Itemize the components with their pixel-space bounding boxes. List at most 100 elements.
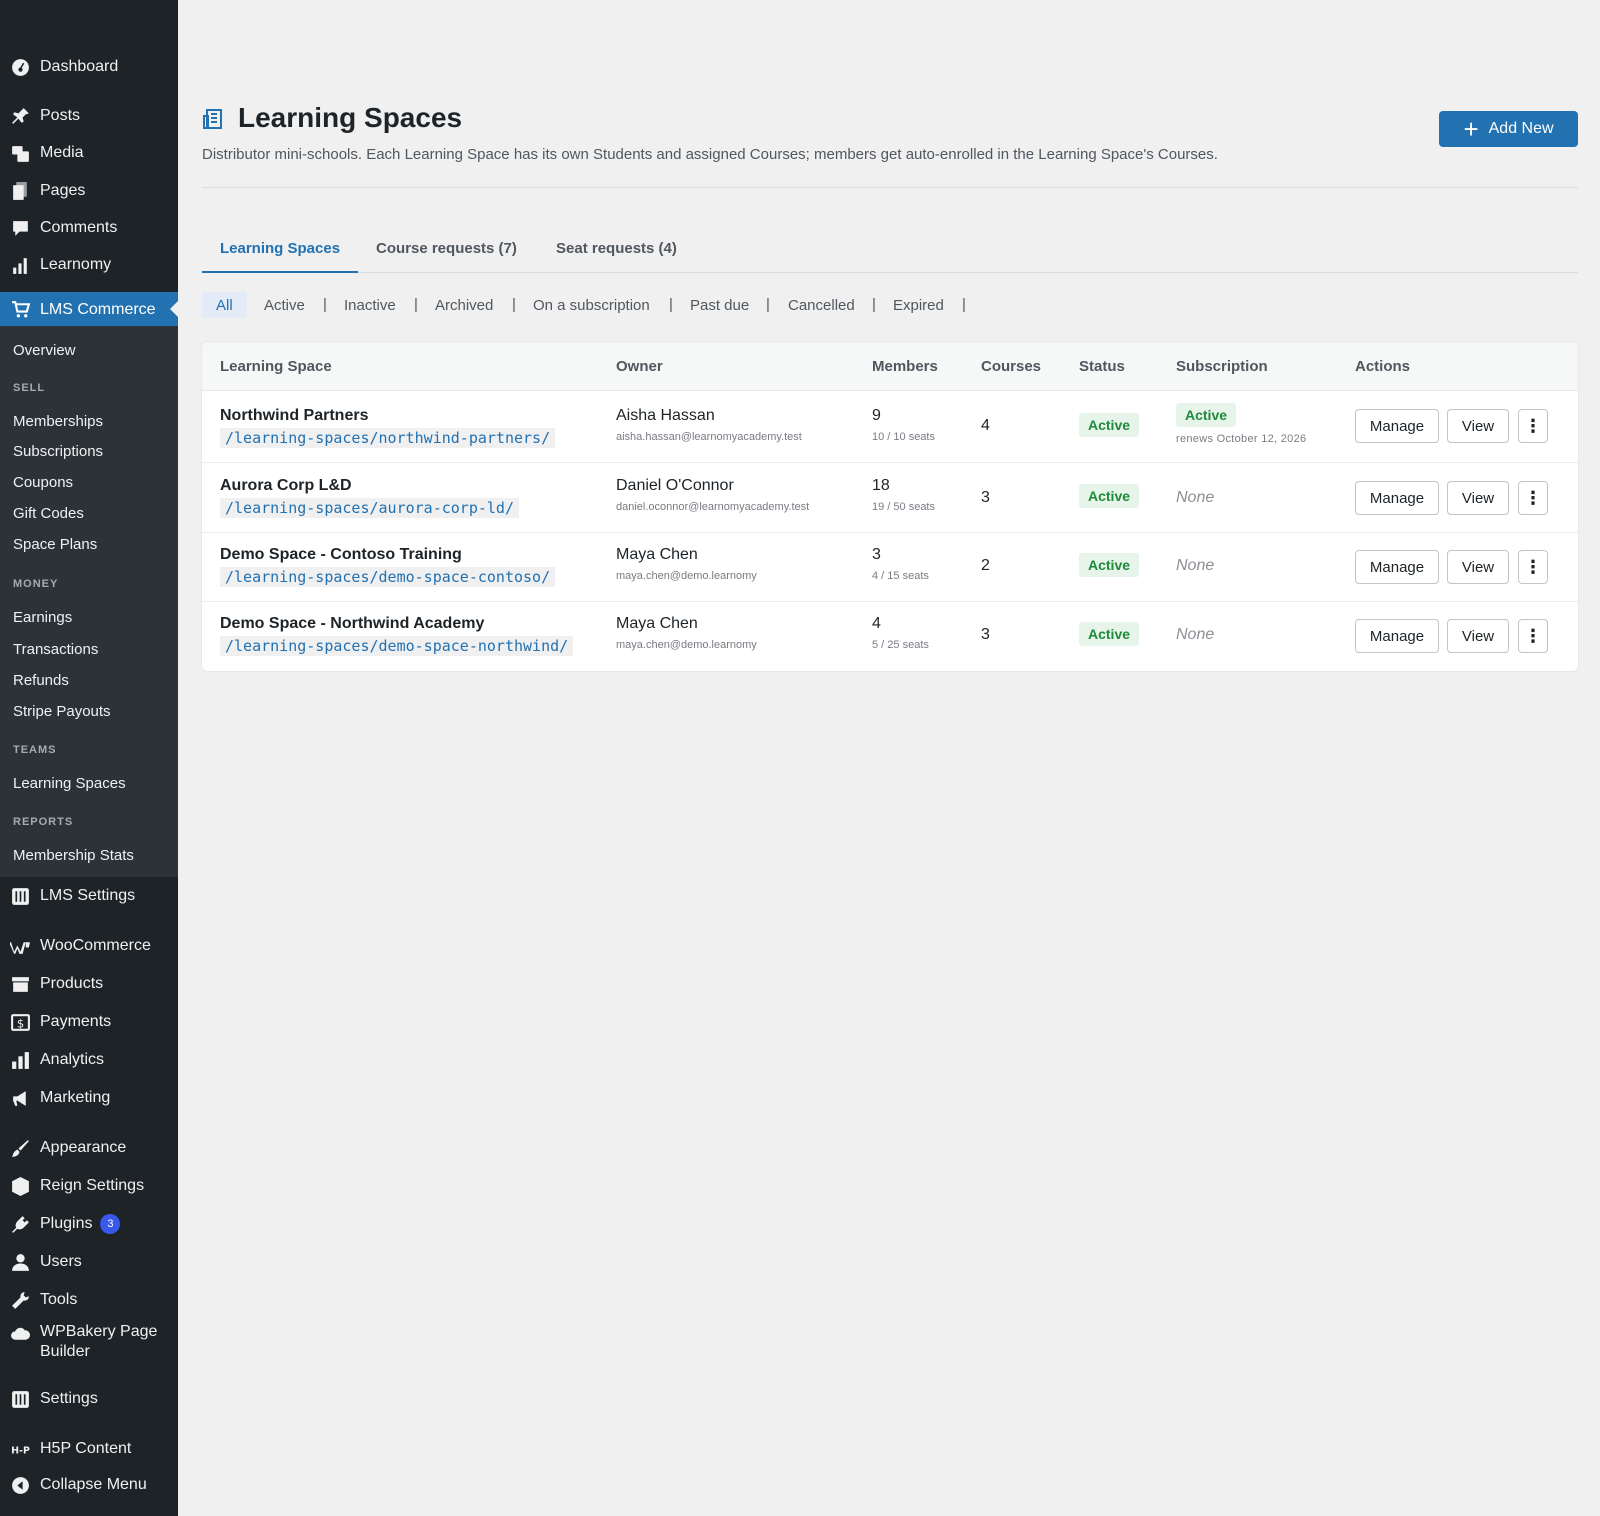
filter-inactive[interactable]: Inactive — [344, 292, 396, 318]
submenu-earnings[interactable]: Earnings — [13, 609, 72, 626]
more-actions-button[interactable]: ⋮ — [1518, 481, 1548, 515]
learning-space-name[interactable]: Demo Space - Northwind Academy — [220, 615, 573, 633]
owner-email: aisha.hassan@learnomyacademy.test — [616, 431, 802, 443]
menu-reign-settings[interactable]: Reign Settings — [0, 1169, 178, 1203]
submenu-memberships[interactable]: Memberships — [13, 413, 103, 430]
submenu-overview[interactable]: Overview — [13, 342, 76, 359]
menu-products[interactable]: Products — [0, 967, 178, 1001]
learning-space-url[interactable]: /learning-spaces/demo-space-contoso/ — [220, 567, 556, 587]
more-actions-button[interactable]: ⋮ — [1518, 619, 1548, 653]
table-row: Northwind Partners /learning-spaces/nort… — [202, 391, 1578, 463]
submenu-coupons[interactable]: Coupons — [13, 474, 73, 491]
manage-button[interactable]: Manage — [1355, 409, 1439, 443]
filter-separator: | — [669, 296, 673, 313]
tab-learning-spaces[interactable]: Learning Spaces — [202, 230, 359, 273]
view-button[interactable]: View — [1447, 481, 1509, 515]
owner-email: maya.chen@demo.learnomy — [616, 639, 757, 651]
filter-cancelled[interactable]: Cancelled — [788, 292, 855, 318]
table-row: Demo Space - Contoso Training /learning-… — [202, 533, 1578, 602]
owner-name: Maya Chen — [616, 615, 698, 632]
learning-space-name[interactable]: Demo Space - Contoso Training — [220, 546, 555, 564]
menu-pages[interactable]: Pages — [0, 174, 178, 208]
learning-space-url[interactable]: /learning-spaces/aurora-corp-ld/ — [220, 498, 519, 518]
filter-past-due[interactable]: Past due — [690, 292, 749, 318]
submenu-refunds[interactable]: Refunds — [13, 672, 69, 689]
learning-space-url[interactable]: /learning-spaces/demo-space-northwind/ — [220, 636, 574, 656]
filter-all[interactable]: All — [202, 292, 247, 318]
submenu-learning-spaces[interactable]: Learning Spaces — [13, 775, 126, 792]
submenu-transactions[interactable]: Transactions — [13, 641, 98, 658]
members-count: 4 — [872, 615, 881, 632]
menu-analytics[interactable]: Analytics — [0, 1043, 178, 1077]
view-button[interactable]: View — [1447, 409, 1509, 443]
manage-button[interactable]: Manage — [1355, 619, 1439, 653]
menu-wpbakery[interactable]: WPBakery Page Builder — [0, 1322, 178, 1372]
menu-collapse[interactable]: Collapse Menu — [0, 1468, 178, 1502]
menu-payments[interactable]: $ Payments — [0, 1005, 178, 1039]
status-filters: All Active | Inactive | Archived | On a … — [202, 292, 1202, 318]
column-owner: Owner — [616, 358, 663, 375]
manage-button[interactable]: Manage — [1355, 481, 1439, 515]
owner-name: Maya Chen — [616, 546, 698, 563]
menu-lms-settings[interactable]: LMS Settings — [0, 879, 178, 913]
submenu-subscriptions[interactable]: Subscriptions — [13, 443, 103, 460]
members-count: 18 — [872, 477, 890, 494]
filter-separator: | — [323, 296, 327, 313]
menu-posts[interactable]: Posts — [0, 99, 178, 133]
chart-icon — [0, 255, 40, 276]
menu-settings[interactable]: Settings — [0, 1382, 178, 1416]
menu-users[interactable]: Users — [0, 1245, 178, 1279]
view-button[interactable]: View — [1447, 550, 1509, 584]
seats-usage: 10 / 10 seats — [872, 431, 935, 443]
submenu-heading-reports: REPORTS — [13, 816, 74, 828]
more-actions-button[interactable]: ⋮ — [1518, 409, 1548, 443]
menu-lms-commerce[interactable]: LMS Commerce — [0, 292, 178, 327]
dollar-icon: $ — [0, 1012, 40, 1033]
more-actions-button[interactable]: ⋮ — [1518, 550, 1548, 584]
add-new-button[interactable]: + Add New — [1439, 111, 1578, 147]
submenu-stripe-payouts[interactable]: Stripe Payouts — [13, 703, 111, 720]
view-button[interactable]: View — [1447, 619, 1509, 653]
menu-plugins[interactable]: Plugins 3 — [0, 1207, 178, 1241]
filter-active[interactable]: Active — [264, 292, 305, 318]
filter-separator: | — [414, 296, 418, 313]
menu-marketing[interactable]: Marketing — [0, 1081, 178, 1115]
seats-usage: 4 / 15 seats — [872, 570, 929, 582]
page-title: Learning Spaces — [238, 102, 463, 133]
filter-separator: | — [766, 296, 770, 313]
owner-name: Aisha Hassan — [616, 407, 715, 424]
megaphone-icon — [0, 1088, 40, 1109]
tab-course-requests[interactable]: Course requests (7) — [376, 230, 517, 273]
column-subscription: Subscription — [1176, 358, 1268, 375]
learning-space-name[interactable]: Aurora Corp L&D — [220, 477, 519, 495]
filter-archived[interactable]: Archived — [435, 292, 493, 318]
filter-on-subscription[interactable]: On a subscription — [533, 292, 650, 318]
menu-tools[interactable]: Tools — [0, 1283, 178, 1317]
menu-h5p-content[interactable]: H-P H5P Content — [0, 1432, 178, 1466]
submenu-gift-codes[interactable]: Gift Codes — [13, 505, 84, 522]
menu-comments[interactable]: Comments — [0, 211, 178, 245]
woo-icon — [0, 936, 40, 957]
submenu-space-plans[interactable]: Space Plans — [13, 536, 97, 553]
manage-button[interactable]: Manage — [1355, 550, 1439, 584]
filter-expired[interactable]: Expired — [893, 292, 944, 318]
menu-woocommerce[interactable]: WooCommerce — [0, 929, 178, 963]
learning-space-url[interactable]: /learning-spaces/northwind-partners/ — [220, 428, 556, 448]
menu-learnomy[interactable]: Learnomy — [0, 248, 178, 282]
menu-dashboard[interactable]: Dashboard — [0, 50, 178, 84]
learning-space-name[interactable]: Northwind Partners — [220, 407, 555, 425]
pages-icon — [0, 181, 40, 202]
collapse-icon — [0, 1475, 40, 1496]
menu-appearance[interactable]: Appearance — [0, 1131, 178, 1165]
lms-commerce-submenu: Overview SELL Memberships Subscriptions … — [0, 326, 178, 877]
archive-icon — [0, 974, 40, 995]
user-icon — [0, 1252, 40, 1273]
h5p-icon: H-P — [0, 1439, 40, 1460]
menu-media[interactable]: Media — [0, 136, 178, 170]
tab-seat-requests[interactable]: Seat requests (4) — [556, 230, 677, 273]
brush-icon — [0, 1138, 40, 1159]
bar-chart-icon — [0, 1050, 40, 1071]
seats-usage: 5 / 25 seats — [872, 639, 929, 651]
plus-icon: + — [1463, 114, 1479, 144]
submenu-membership-stats[interactable]: Membership Stats — [13, 847, 134, 864]
